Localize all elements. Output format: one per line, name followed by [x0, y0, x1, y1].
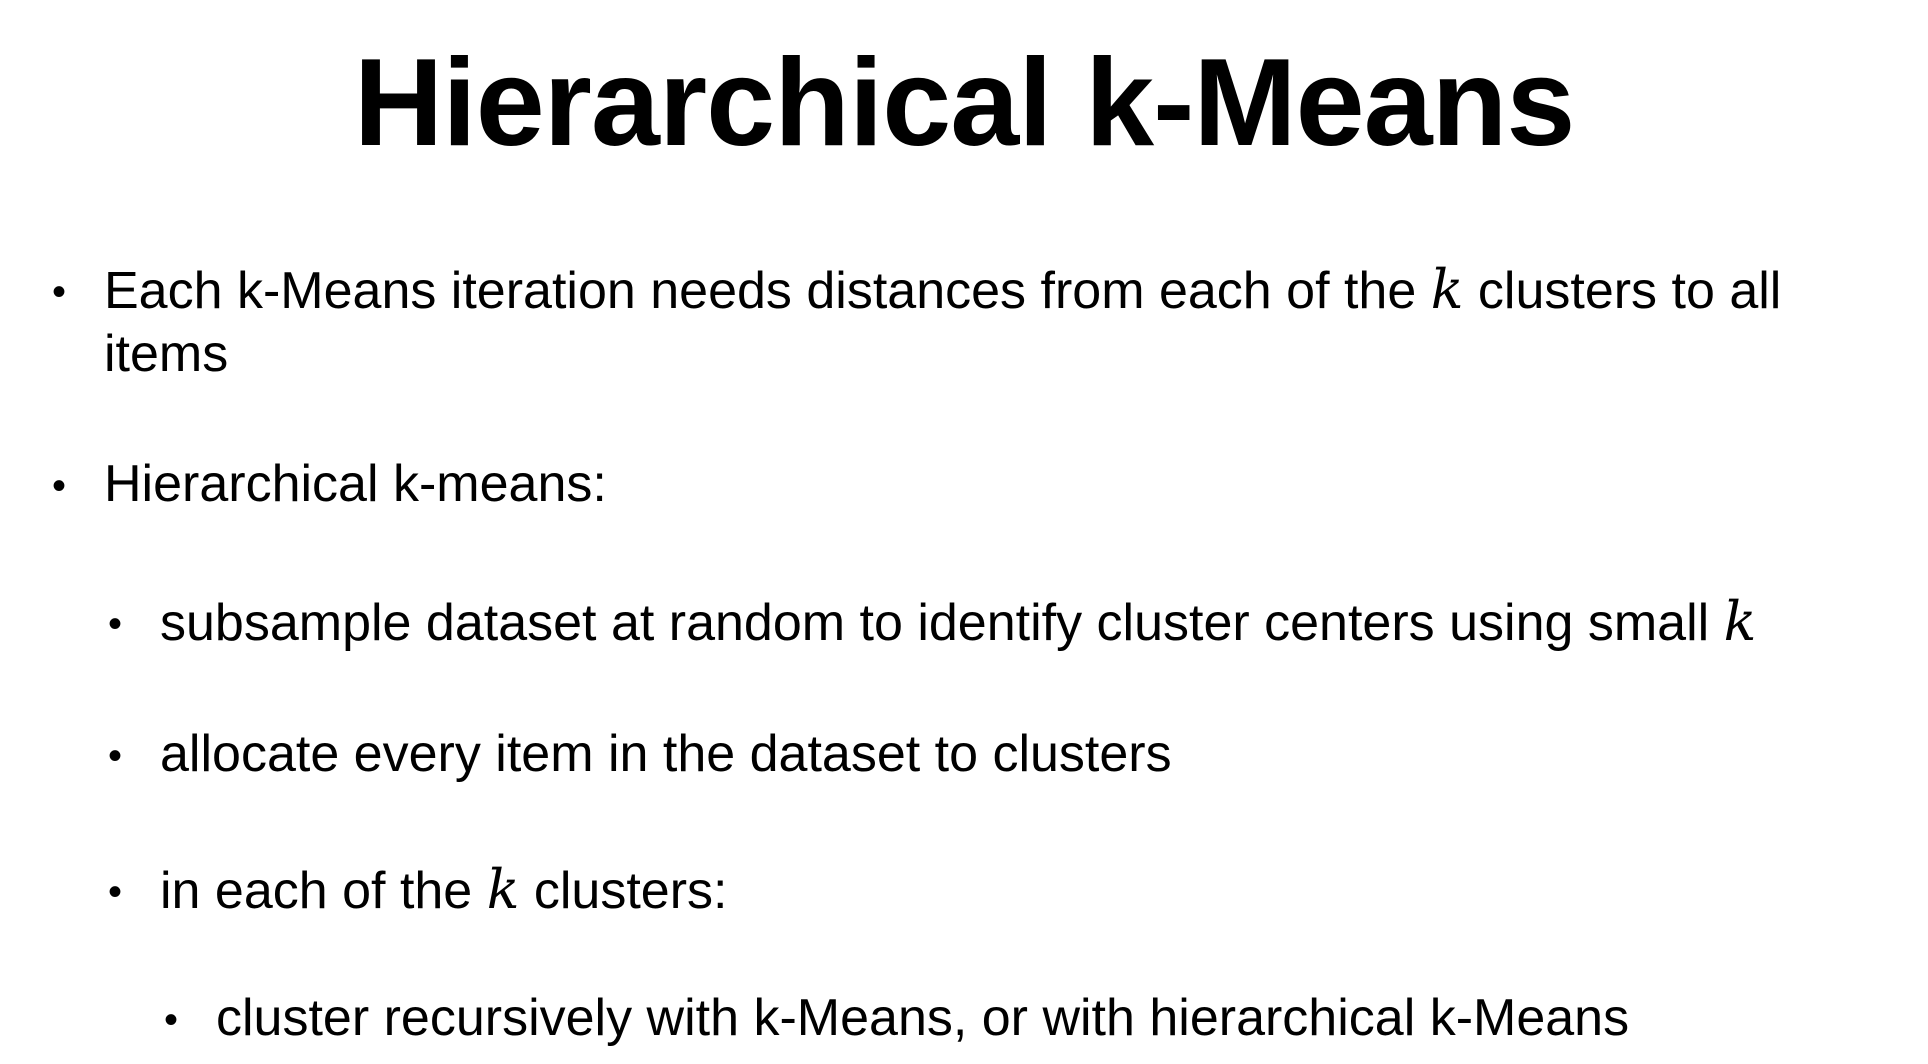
bullet-text: Each k-Means iteration needs distances f… — [104, 262, 1431, 320]
sub-sub-bullet-recursive: • cluster recursively with k-Means, or w… — [164, 986, 1904, 1050]
bullet-text: clusters to all — [1463, 262, 1782, 320]
bullet-text-line-1: Each k-Means iteration needs distances f… — [104, 258, 1781, 323]
math-variable-k: k — [486, 858, 520, 921]
bullet-marker: • — [164, 998, 179, 1042]
bullet-text: allocate every item in the dataset to cl… — [160, 725, 1172, 783]
bullet-marker: • — [52, 464, 67, 508]
slide-title: Hierarchical k-Means — [353, 34, 1576, 172]
bullet-hierarchical: • Hierarchical k-means: — [52, 452, 1872, 516]
bullet-text: in each of the k clusters: — [160, 858, 727, 923]
bullet-text: Hierarchical k-means: — [104, 455, 607, 513]
bullet-distances: • Each k-Means iteration needs distances… — [52, 258, 1872, 388]
bullet-marker: • — [108, 602, 123, 646]
sub-bullet-allocate: • allocate every item in the dataset to … — [108, 722, 1888, 786]
bullet-text: cluster recursively with k-Means, or wit… — [216, 989, 1630, 1047]
math-variable-k: k — [1430, 258, 1464, 321]
bullet-marker: • — [108, 734, 123, 778]
bullet-text-line-2: items — [104, 325, 229, 383]
bullet-text-part: subsample dataset at random to identify … — [160, 594, 1724, 652]
bullet-marker: • — [108, 870, 123, 914]
slide: Hierarchical k-Means • Each k-Means iter… — [0, 0, 1928, 1064]
bullet-text: subsample dataset at random to identify … — [160, 590, 1756, 655]
bullet-marker: • — [52, 270, 67, 314]
sub-bullet-each-cluster: • in each of the k clusters: — [108, 858, 1888, 922]
bullet-text-part: in each of the — [160, 862, 487, 920]
sub-bullet-subsample: • subsample dataset at random to identif… — [108, 590, 1888, 654]
math-variable-k: k — [1723, 590, 1757, 653]
bullet-text-part: clusters: — [519, 862, 728, 920]
